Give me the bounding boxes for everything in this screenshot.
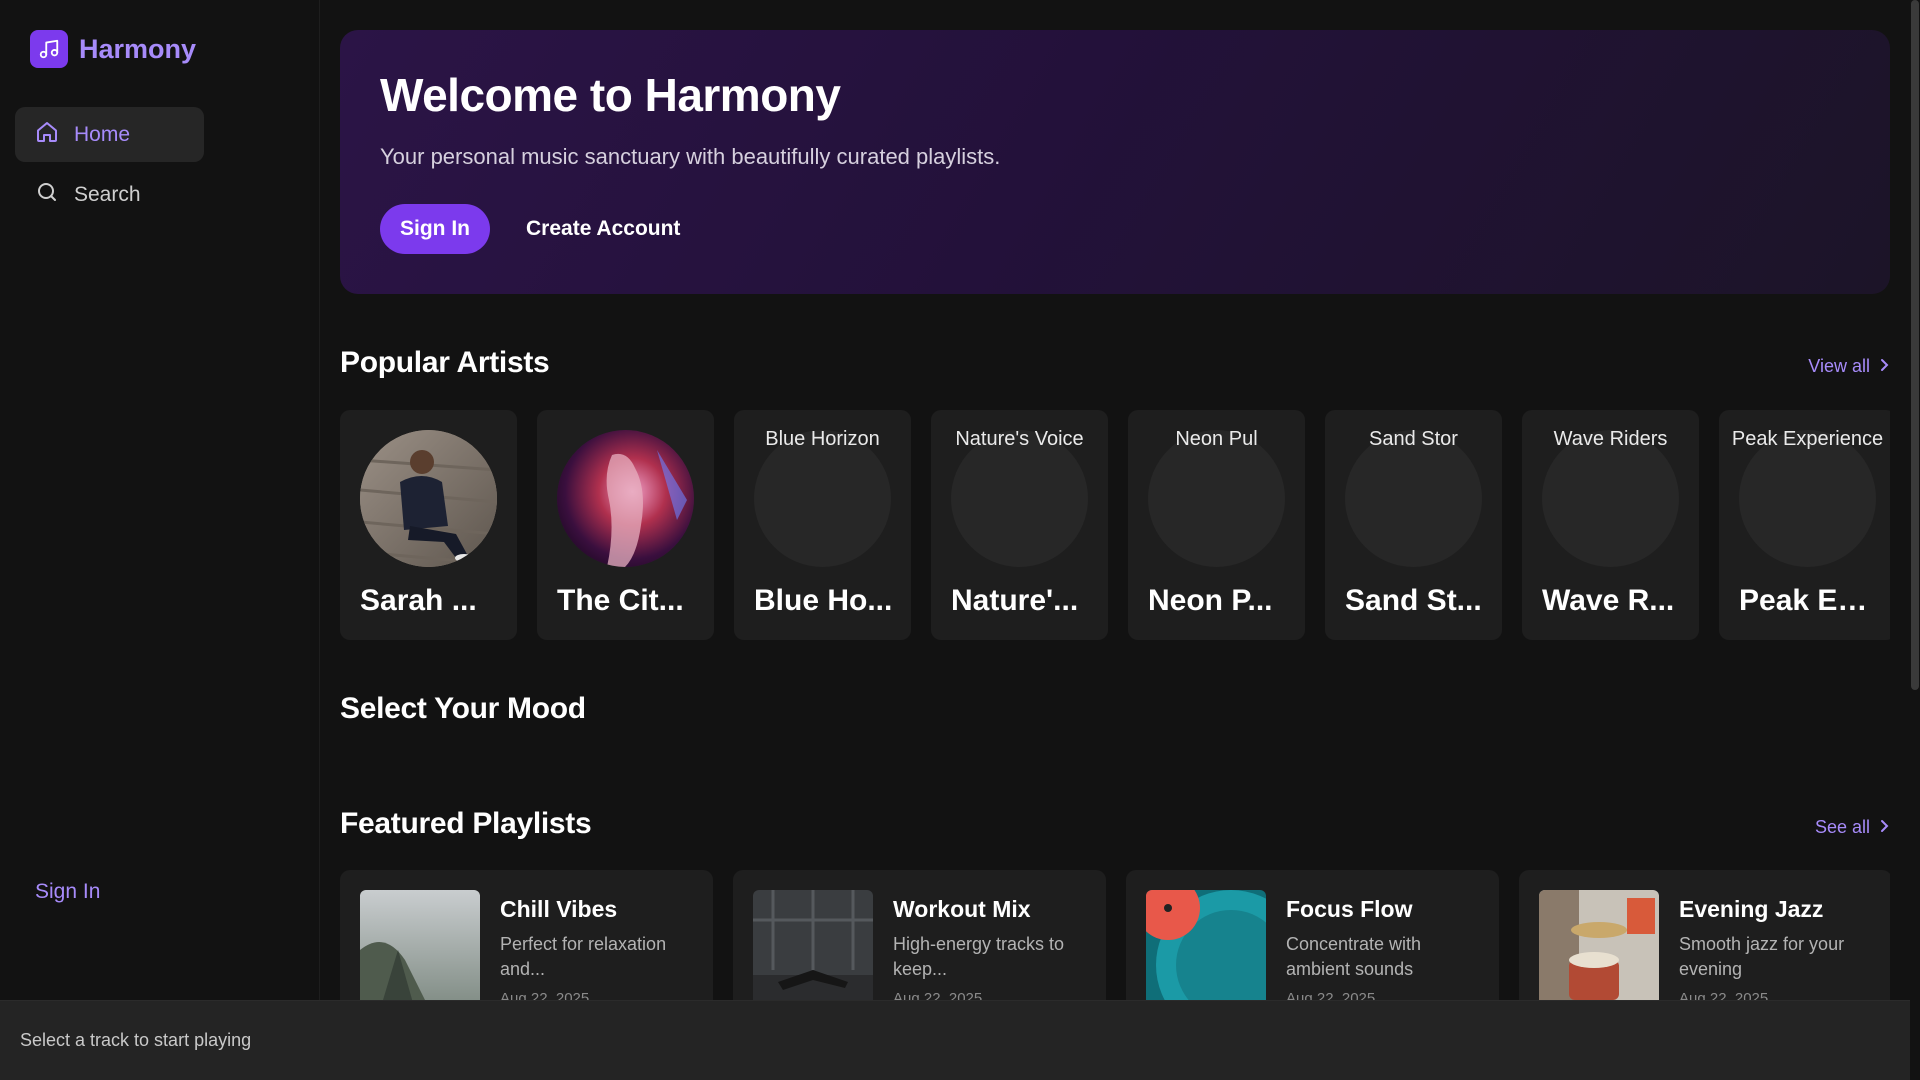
music-note-icon bbox=[30, 30, 68, 68]
search-icon bbox=[35, 180, 59, 210]
scrollbar-thumb[interactable] bbox=[1911, 0, 1919, 690]
playlist-card[interactable]: Focus Flow Concentrate with ambient soun… bbox=[1126, 870, 1499, 1000]
artist-image-alt: Sand Stor bbox=[1369, 428, 1458, 450]
sidebar-nav: Home Search bbox=[15, 107, 204, 227]
playlist-card[interactable]: Evening Jazz Smooth jazz for your evenin… bbox=[1519, 870, 1890, 1000]
page-scrollbar[interactable] bbox=[1910, 0, 1920, 1080]
select-mood-title: Select Your Mood bbox=[340, 692, 586, 725]
hero-banner: Welcome to Harmony Your personal music s… bbox=[340, 30, 1890, 294]
playlist-title: Chill Vibes bbox=[500, 896, 618, 922]
sidebar-signin-link[interactable]: Sign In bbox=[35, 880, 100, 904]
playlist-date: Aug 22, 2025 bbox=[893, 990, 983, 1000]
artist-card[interactable]: Sand Stor Sand St... bbox=[1325, 410, 1502, 640]
chevron-right-icon bbox=[1878, 356, 1890, 377]
artist-card[interactable]: Neon Pul Neon P... bbox=[1128, 410, 1305, 640]
artist-name: Peak Ex... bbox=[1739, 584, 1879, 617]
playlist-cover bbox=[1146, 890, 1266, 1000]
artist-name: Sarah ... bbox=[360, 584, 477, 617]
playlist-cover bbox=[360, 890, 480, 1000]
app-root: Harmony Home Search Sign In Welcome to H… bbox=[0, 0, 1920, 1080]
featured-playlists-title: Featured Playlists bbox=[340, 807, 592, 840]
playlist-date: Aug 22, 2025 bbox=[1679, 990, 1769, 1000]
artist-name: Blue Ho... bbox=[754, 584, 893, 617]
artist-name: Neon P... bbox=[1148, 584, 1273, 617]
playlist-date: Aug 22, 2025 bbox=[500, 990, 590, 1000]
home-icon bbox=[35, 120, 59, 150]
artist-card[interactable]: Nature's Voice Nature'... bbox=[931, 410, 1108, 640]
playlist-description: Concentrate with ambient sounds bbox=[1286, 934, 1422, 979]
player-bar: Select a track to start playing bbox=[0, 1000, 1910, 1080]
sidebar-item-search[interactable]: Search bbox=[15, 167, 204, 222]
artist-image-alt: Peak Experience bbox=[1731, 428, 1884, 450]
chevron-right-icon bbox=[1878, 817, 1890, 838]
artist-card[interactable]: Sarah ... bbox=[340, 410, 517, 640]
artist-card[interactable]: Blue Horizon Blue Ho... bbox=[734, 410, 911, 640]
create-account-button[interactable]: Create Account bbox=[526, 217, 680, 241]
artist-name: Sand St... bbox=[1345, 584, 1482, 617]
sidebar-item-home[interactable]: Home bbox=[15, 107, 204, 162]
artist-name: Nature'... bbox=[951, 584, 1079, 617]
artist-image-alt: Blue Horizon bbox=[765, 428, 880, 450]
playlist-date: Aug 22, 2025 bbox=[1286, 990, 1376, 1000]
view-all-artists-link[interactable]: View all bbox=[1808, 356, 1890, 377]
artist-name: Wave R... bbox=[1542, 584, 1675, 617]
hero-actions: Sign In Create Account bbox=[380, 204, 1850, 254]
playlist-list: Chill Vibes Perfect for relaxation and..… bbox=[340, 870, 1890, 1000]
view-all-label: View all bbox=[1808, 356, 1870, 376]
artist-image-alt: Nature's Voice bbox=[955, 428, 1084, 450]
playlist-description: High-energy tracks to keep... bbox=[893, 934, 1065, 979]
sidebar-item-label: Search bbox=[74, 182, 141, 206]
artist-card[interactable]: Wave Riders Wave R... bbox=[1522, 410, 1699, 640]
playlist-card[interactable]: Workout Mix High-energy tracks to keep..… bbox=[733, 870, 1106, 1000]
playlist-cover bbox=[753, 890, 873, 1000]
artist-avatar bbox=[360, 430, 497, 567]
sidebar: Harmony Home Search Sign In bbox=[0, 0, 320, 1000]
playlist-card[interactable]: Chill Vibes Perfect for relaxation and..… bbox=[340, 870, 713, 1000]
brand[interactable]: Harmony bbox=[30, 30, 196, 68]
brand-name: Harmony bbox=[79, 33, 197, 64]
sidebar-item-label: Home bbox=[74, 122, 131, 146]
playlist-title: Workout Mix bbox=[893, 896, 1031, 922]
artist-avatar bbox=[557, 430, 694, 567]
hero-subtitle: Your personal music sanctuary with beaut… bbox=[380, 144, 1001, 169]
see-all-label: See all bbox=[1814, 817, 1870, 837]
artist-name: The Cit... bbox=[557, 584, 684, 617]
main-content: Welcome to Harmony Your personal music s… bbox=[340, 0, 1890, 1000]
sign-in-button[interactable]: Sign In bbox=[380, 204, 490, 254]
playlist-description: Perfect for relaxation and... bbox=[500, 934, 667, 979]
artist-card[interactable]: Peak Experience Peak Ex... bbox=[1719, 410, 1890, 640]
playlist-description: Smooth jazz for your evening bbox=[1679, 934, 1845, 979]
popular-artists-title: Popular Artists bbox=[340, 346, 550, 379]
playlist-title: Evening Jazz bbox=[1679, 896, 1824, 922]
artist-image-alt: Wave Riders bbox=[1553, 428, 1668, 450]
hero-title: Welcome to Harmony bbox=[380, 69, 841, 121]
artist-list: Sarah ... The Cit... Blue Horizon Blue H… bbox=[340, 410, 1890, 640]
see-all-playlists-link[interactable]: See all bbox=[1815, 817, 1890, 838]
player-status: Select a track to start playing bbox=[20, 1030, 252, 1050]
playlist-title: Focus Flow bbox=[1286, 896, 1413, 922]
playlist-cover bbox=[1539, 890, 1659, 1000]
artist-image-alt: Neon Pul bbox=[1175, 428, 1258, 450]
artist-card[interactable]: The Cit... bbox=[537, 410, 714, 640]
